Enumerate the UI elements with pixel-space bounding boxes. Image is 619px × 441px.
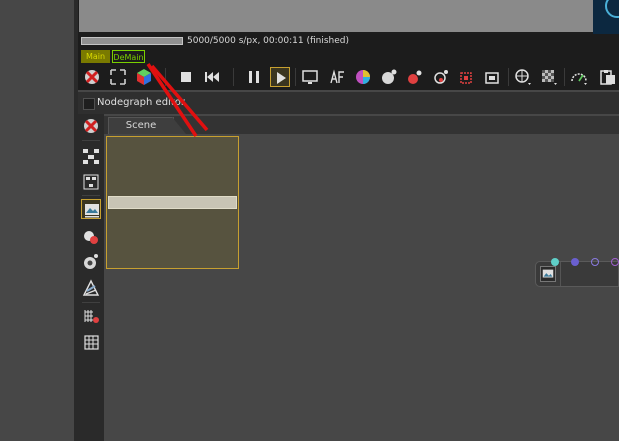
left-panel-background	[0, 0, 74, 441]
side-separator	[82, 302, 100, 303]
object-node-icon	[84, 231, 98, 244]
camera-node-icon	[84, 254, 98, 269]
display-button[interactable]	[300, 67, 320, 87]
nodegraph-checkbox[interactable]	[83, 98, 95, 110]
image-node-divider	[560, 262, 561, 286]
recenter-button[interactable]	[81, 116, 101, 136]
pause-button[interactable]	[244, 67, 264, 87]
render-target-tabs	[78, 48, 619, 64]
render-progress-text: 5000/5000 s/px, 00:00:11 (finished)	[187, 36, 350, 46]
object-node-button[interactable]	[81, 226, 101, 246]
chart-node-icon	[84, 310, 99, 323]
tab-demain[interactable]: DeMain	[112, 50, 145, 63]
stop-icon	[181, 72, 191, 82]
display-icon	[302, 70, 318, 84]
material-sphere-button[interactable]	[405, 67, 425, 87]
side-separator	[82, 195, 100, 196]
toolbar-separator	[165, 68, 166, 86]
render-region-button[interactable]	[457, 67, 477, 87]
restart-icon	[205, 72, 219, 82]
color-cube-icon	[137, 69, 151, 85]
side-separator	[82, 140, 100, 141]
image-node-thumbnail-icon	[540, 266, 556, 282]
node-input-pin[interactable]	[611, 258, 619, 266]
grid-node-icon	[84, 335, 99, 350]
fit-view-button[interactable]	[108, 67, 128, 87]
play-button[interactable]	[270, 67, 290, 87]
image-node-icon	[85, 204, 99, 218]
sphere-camera-button[interactable]	[379, 67, 399, 87]
af-button[interactable]	[328, 67, 348, 87]
stop-button[interactable]	[176, 67, 196, 87]
clipboard-icon	[600, 70, 615, 85]
node-input-pin[interactable]	[571, 258, 579, 266]
toolbar-separator	[508, 68, 509, 86]
render-image	[79, 0, 593, 32]
material-sphere-icon	[408, 70, 422, 84]
node-input-pin[interactable]	[591, 258, 599, 266]
toolbar-separator	[233, 68, 234, 86]
sphere-camera-icon	[382, 69, 397, 84]
film-region-button[interactable]	[483, 67, 503, 87]
sphere-light-button[interactable]	[431, 67, 451, 87]
scene-node-bar[interactable]	[108, 196, 237, 209]
material-node-button[interactable]	[81, 278, 101, 298]
render-progress-bar	[81, 37, 183, 45]
color-wheel-button[interactable]	[353, 67, 373, 87]
nodegraph-title: Nodegraph editor	[97, 97, 185, 108]
graph-expand-button[interactable]	[81, 172, 101, 192]
logo-icon	[593, 0, 619, 34]
color-cube-button[interactable]	[134, 67, 154, 87]
render-toolbar	[78, 64, 619, 90]
recenter-view-button[interactable]	[82, 67, 102, 87]
film-region-icon	[485, 72, 499, 84]
checker-grid-button[interactable]	[539, 67, 559, 87]
node-input-pin[interactable]	[551, 258, 559, 266]
image-node-button[interactable]	[81, 199, 101, 219]
graph-layout-button[interactable]	[81, 146, 101, 166]
pause-icon	[249, 71, 259, 83]
graph-layout-icon	[83, 149, 99, 164]
speed-gauge-button[interactable]	[569, 67, 589, 87]
af-icon	[330, 69, 344, 84]
graph-expand-icon	[83, 174, 99, 190]
tab-scene-edge	[172, 117, 186, 134]
globe-settings-icon	[515, 69, 531, 85]
chart-node-button[interactable]	[81, 306, 101, 326]
restart-button[interactable]	[202, 67, 222, 87]
tab-main[interactable]: Main	[81, 50, 110, 63]
tab-scene[interactable]: Scene	[108, 117, 174, 134]
color-wheel-icon	[356, 70, 370, 84]
clipboard-button[interactable]	[597, 67, 617, 87]
render-region-icon	[460, 72, 472, 84]
fit-view-icon	[110, 69, 126, 85]
recenter-icon	[84, 119, 98, 133]
toolbar-separator	[564, 68, 565, 86]
grid-node-button[interactable]	[81, 332, 101, 352]
play-icon	[277, 72, 286, 84]
recenter-view-icon	[85, 70, 99, 84]
material-node-icon	[82, 279, 100, 296]
globe-settings-button[interactable]	[513, 67, 533, 87]
sphere-light-icon	[434, 70, 448, 84]
camera-node-button[interactable]	[81, 252, 101, 272]
checker-grid-icon	[542, 70, 557, 85]
speed-gauge-icon	[571, 73, 587, 85]
toolbar-separator	[295, 68, 296, 86]
